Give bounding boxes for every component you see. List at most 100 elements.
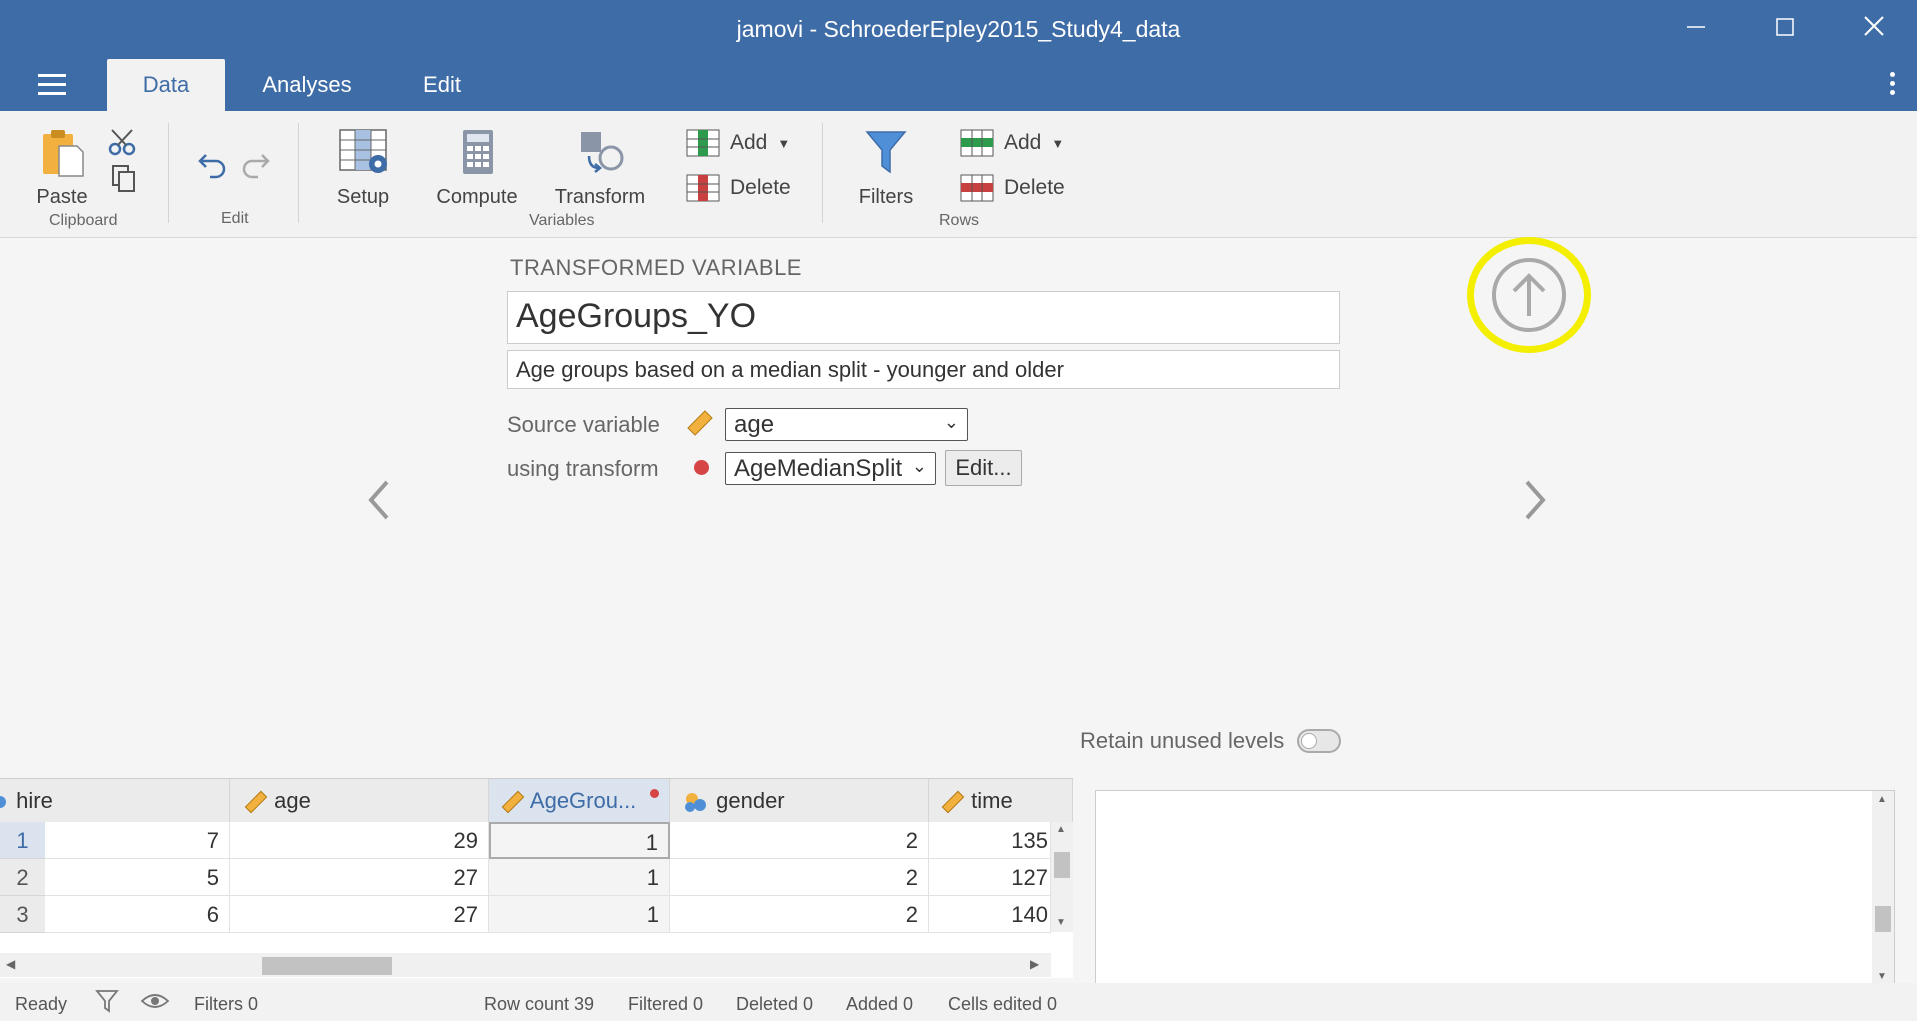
scroll-down-icon[interactable]: ▼ [1056,917,1066,928]
table-cell[interactable]: 2 [670,859,929,896]
separator [168,123,169,223]
table-cell[interactable]: 27 [230,859,489,896]
menu-icon[interactable] [38,74,66,96]
dropdown-icon: ▼ [1051,135,1065,151]
compute-label: Compute [436,186,518,208]
transform-label: Transform [554,186,646,208]
previous-arrow-icon[interactable] [365,476,395,534]
more-options-icon[interactable] [1887,69,1897,99]
table-cell[interactable]: 127 [929,859,1051,896]
compute-button[interactable]: Compute [433,128,521,209]
source-variable-value: age [734,411,775,438]
scroll-left-icon[interactable]: ◀ [6,957,15,971]
table-cell[interactable]: 1 [489,822,670,859]
column-header-agegroups[interactable]: AgeGrou... [489,779,670,822]
transform-dot-icon [694,460,709,475]
separator [298,123,299,223]
minimize-button[interactable] [1676,10,1716,50]
variable-editor: TRANSFORMED VARIABLE AgeGroups_YO Age gr… [0,238,1917,778]
paste-icon [43,130,84,177]
scrollbar-thumb[interactable] [1054,852,1070,878]
tab-bar: Data Analyses Edit [0,59,1917,111]
close-button[interactable] [1854,10,1894,50]
scroll-up-icon[interactable]: ▲ [1877,794,1887,805]
column-header-hire[interactable]: hire [0,779,230,822]
transform-dot-icon [650,789,659,798]
eye-icon[interactable] [140,991,170,1011]
column-header-age[interactable]: age [230,779,489,822]
setup-button[interactable]: Setup [330,128,396,209]
vertical-scrollbar[interactable]: ▲ ▼ [1872,791,1894,989]
collapse-editor-button[interactable] [1492,258,1566,332]
scroll-down-icon[interactable]: ▼ [1877,971,1887,982]
filters-button[interactable]: Filters [853,128,919,209]
scrollbar-thumb[interactable] [262,957,392,975]
status-bar-right [1075,983,1917,1021]
column-header-time[interactable]: time [929,779,1073,822]
ribbon-toolbar: Paste Clipboard Edit Setup Compute Trans… [0,111,1917,238]
transform-value: AgeMedianSplit [734,455,903,482]
row-number[interactable]: 3 [0,896,45,933]
row-number[interactable]: 1 [0,822,45,859]
clipboard-group-label: Clipboard [49,212,118,229]
scrollbar-thumb[interactable] [1875,906,1891,932]
table-cell[interactable]: 135 [929,822,1051,859]
ruler-icon [501,790,525,814]
add-row-button[interactable]: Add ▼ [960,129,1064,157]
ruler-icon [941,790,965,814]
next-arrow-icon[interactable] [1519,476,1549,534]
table-cell[interactable]: 6 [45,896,230,933]
redo-button[interactable] [240,147,272,185]
delete-variable-label: Delete [730,176,791,199]
status-row-count: Row count 39 [484,994,595,1014]
retain-unused-levels-toggle[interactable] [1297,729,1341,753]
maximize-button[interactable] [1765,10,1805,50]
delete-variable-button[interactable]: Delete [686,174,791,202]
undo-button[interactable] [196,147,228,185]
transform-select[interactable]: AgeMedianSplit ⌄ [725,452,936,485]
status-filtered: Filtered 0 [628,994,704,1014]
status-ready: Ready [15,994,68,1014]
table-cell[interactable]: 27 [230,896,489,933]
scroll-up-icon[interactable]: ▲ [1056,824,1066,835]
undo-icon [198,154,226,179]
source-variable-select[interactable]: age ⌄ [725,408,968,441]
ruler-icon [244,790,268,814]
table-cell[interactable]: 2 [670,822,929,859]
table-cell[interactable]: 5 [45,859,230,896]
table-cell[interactable]: 1 [489,896,670,933]
table-cell[interactable]: 7 [45,822,230,859]
highlight-ring [1467,237,1591,353]
copy-button[interactable] [110,163,138,199]
results-panel[interactable]: ▲ ▼ ◀ ▶ [1095,790,1895,1013]
table-cell[interactable]: 140 [929,896,1051,933]
filter-icon[interactable] [95,988,119,1014]
tab-edit[interactable]: Edit [400,59,484,111]
variable-description-input[interactable]: Age groups based on a median split - you… [507,350,1340,389]
nominal-icon [685,793,706,813]
chevron-down-icon: ⌄ [911,456,927,476]
transform-button[interactable]: Transform [554,128,646,209]
delete-row-icon [960,174,994,202]
add-row-icon [960,129,994,157]
column-header-label: time [971,788,1013,813]
edit-transform-button[interactable]: Edit... [945,450,1022,486]
row-number[interactable]: 2 [0,859,45,896]
add-column-icon [686,129,720,157]
copy-icon [112,165,135,192]
vertical-scrollbar[interactable]: ▲ ▼ [1051,822,1073,932]
scroll-right-icon[interactable]: ▶ [1030,957,1039,971]
table-cell[interactable]: 29 [230,822,489,859]
table-cell[interactable]: 2 [670,896,929,933]
status-added: Added 0 [846,994,914,1014]
variable-name-input[interactable]: AgeGroups_YO [507,291,1340,344]
tab-data[interactable]: Data [107,59,225,111]
delete-row-button[interactable]: Delete [960,174,1065,202]
cut-button[interactable] [107,127,137,163]
tab-analyses[interactable]: Analyses [248,59,366,111]
column-header-gender[interactable]: gender [670,779,929,822]
add-variable-button[interactable]: Add ▼ [686,129,790,157]
table-cell[interactable]: 1 [489,859,670,896]
paste-button[interactable]: Paste [36,128,88,209]
horizontal-scrollbar[interactable]: ◀ ▶ [0,953,1051,977]
